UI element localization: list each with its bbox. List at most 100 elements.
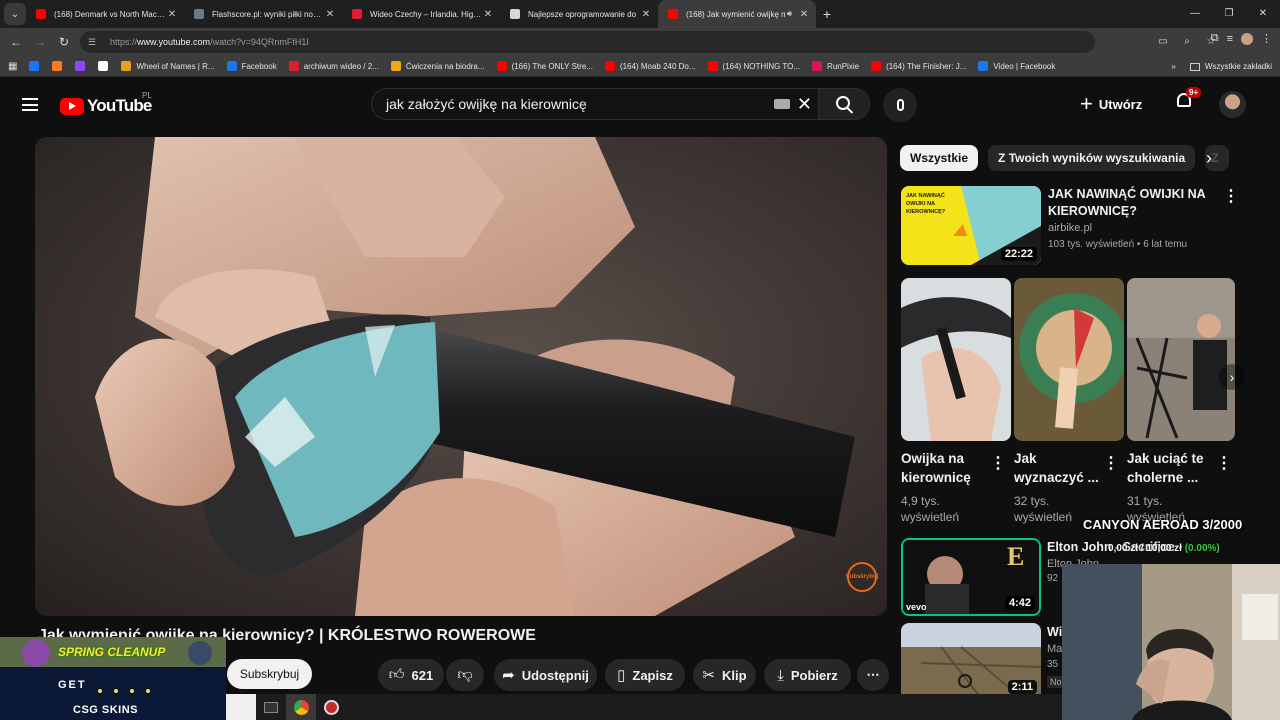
- bookmarks-overflow-icon[interactable]: »: [1171, 62, 1175, 71]
- browser-tab[interactable]: (168) Denmark vs North Macedonia✕: [26, 0, 184, 28]
- forward-icon[interactable]: →: [28, 35, 52, 49]
- video-thumbnail[interactable]: JAK NAWINĄĆ OWIJKI NA KIEROWNICĘ? 22:22: [901, 186, 1041, 265]
- chip-from-search[interactable]: Z Twoich wyników wyszukiwania: [988, 145, 1196, 171]
- terminal-icon[interactable]: [256, 694, 286, 720]
- more-actions-button[interactable]: ⋯: [857, 659, 889, 691]
- browser-menu-icon[interactable]: ⋮: [1261, 32, 1272, 45]
- search-input[interactable]: jak założyć owijkę na kierownicę ✕: [371, 88, 818, 120]
- keyboard-icon[interactable]: [774, 99, 790, 109]
- bookmark-item[interactable]: archiwum wideo / 2...: [288, 61, 379, 71]
- browser-tab[interactable]: (168) Jak wymienić owijkę n 🔊︎ ✕: [658, 0, 816, 28]
- tab-close-icon[interactable]: ✕: [640, 9, 652, 20]
- bookmark-item[interactable]: (164) NOTHING TO...: [707, 61, 800, 71]
- browser-tab[interactable]: Najlepsze oprogramowanie do ✕: [500, 0, 658, 28]
- shorts-next-chevron-icon[interactable]: ›: [1219, 364, 1245, 390]
- tab-favicon-icon: [36, 9, 46, 19]
- bookmark-item[interactable]: [75, 61, 90, 71]
- short-title[interactable]: Owijka na kierownicę: [901, 449, 986, 487]
- zoom-icon[interactable]: ⌕: [1178, 31, 1196, 53]
- download-button[interactable]: ⤓ Pobierz: [764, 659, 851, 691]
- more-vert-icon[interactable]: ⋮: [1216, 456, 1232, 472]
- promo-headline: SPRING CLEANUP: [58, 645, 166, 659]
- bookmark-item[interactable]: [52, 61, 67, 71]
- bookmark-item[interactable]: (166) The ONLY Stre...: [496, 61, 593, 71]
- short-art: [1014, 278, 1124, 441]
- tab-audio-icon[interactable]: 🔊︎: [787, 9, 792, 19]
- chip-all[interactable]: Wszystkie: [900, 145, 979, 171]
- bookmark-item[interactable]: Video | Facebook: [978, 61, 1055, 71]
- close-window-icon[interactable]: ✕: [1246, 0, 1280, 28]
- browser-tab[interactable]: Wideo Czechy – Irlandia. Highlights✕: [342, 0, 500, 28]
- tab-close-icon[interactable]: ✕: [798, 9, 810, 20]
- more-vert-icon[interactable]: ⋮: [990, 456, 1006, 472]
- more-vert-icon[interactable]: ⋮: [1103, 456, 1119, 472]
- cast-icon[interactable]: ▭: [1154, 31, 1172, 53]
- dislike-button[interactable]: 👎︎: [446, 659, 484, 691]
- search-button[interactable]: [818, 88, 870, 120]
- back-icon[interactable]: ←: [4, 35, 28, 49]
- bookmark-item[interactable]: Facebook: [226, 61, 277, 71]
- media-controls-icon[interactable]: ≡: [1227, 33, 1233, 45]
- profile-icon[interactable]: [1241, 32, 1253, 45]
- menu-icon[interactable]: [22, 98, 38, 111]
- apps-grid-icon[interactable]: ▦: [8, 61, 17, 72]
- short-item[interactable]: Owijka na kierownicę 4,9 tys. wyświetleń: [901, 278, 1011, 525]
- tab-search-chevron-icon[interactable]: ⌄: [4, 3, 26, 25]
- restore-icon[interactable]: ❐: [1212, 0, 1246, 28]
- obs-icon[interactable]: [316, 694, 346, 720]
- all-bookmarks[interactable]: Wszystkie zakładki: [1189, 62, 1272, 71]
- tab-close-icon[interactable]: ✕: [324, 9, 336, 20]
- short-item[interactable]: Jak uciąć te cholerne ... 31 tys. wyświe…: [1127, 278, 1237, 525]
- recommended-video[interactable]: E vevo 4:42 Elton John - Sacrifice Elton…: [901, 538, 1175, 616]
- bookmark-item[interactable]: Ćwiczenia na biodra...: [390, 61, 485, 71]
- bookmark-item[interactable]: (164) Moab 240 Do...: [604, 61, 696, 71]
- clip-button[interactable]: ✂ Klip: [693, 659, 756, 691]
- subscribe-button[interactable]: Subskrybuj: [227, 659, 312, 689]
- tab-close-icon[interactable]: ✕: [166, 9, 178, 20]
- bookmark-item[interactable]: (164) The Finisher: J...: [871, 61, 966, 71]
- video-thumbnail[interactable]: E vevo 4:42: [901, 538, 1041, 616]
- avatar[interactable]: [1219, 91, 1246, 118]
- taskbar-blank-app[interactable]: [226, 694, 256, 720]
- notifications-button[interactable]: 9+: [1174, 87, 1202, 113]
- short-thumbnail[interactable]: [1127, 278, 1235, 441]
- minimize-icon[interactable]: —: [1178, 0, 1212, 28]
- share-button[interactable]: ➦ Udostępnij: [494, 659, 597, 691]
- bookmark-item[interactable]: RunPixie: [812, 61, 859, 71]
- video-player[interactable]: Subskrybuj: [35, 137, 887, 616]
- chevron-right-icon[interactable]: ›: [1206, 148, 1212, 169]
- create-label: Utwórz: [1098, 96, 1143, 112]
- more-vert-icon[interactable]: ⋮: [1223, 189, 1239, 205]
- subscribe-watermark[interactable]: Subskrybuj: [846, 562, 878, 592]
- video-thumbnail[interactable]: 2:11: [901, 623, 1041, 698]
- short-thumbnail[interactable]: [901, 278, 1011, 441]
- bookmark-item[interactable]: [29, 61, 44, 71]
- like-button[interactable]: 👍︎ 621: [378, 659, 444, 691]
- create-button[interactable]: + Utwórz: [1080, 91, 1142, 117]
- bookmark-item[interactable]: Wheel of Names | R...: [121, 61, 215, 71]
- tab-close-icon[interactable]: ✕: [482, 9, 494, 20]
- video-title-link[interactable]: JAK NAWINĄĆ OWIJKI NA KIEROWNICĘ?: [1048, 186, 1213, 220]
- video-title-link[interactable]: Wi: [1047, 625, 1062, 639]
- voice-search-button[interactable]: [883, 88, 917, 122]
- short-thumbnail[interactable]: [1014, 278, 1124, 441]
- reload-icon[interactable]: ↻: [52, 35, 76, 49]
- site-info-icon[interactable]: ☰: [88, 37, 102, 48]
- short-item[interactable]: Jak wyznaczyć ... 32 tys. wyświetleń: [1014, 278, 1124, 525]
- short-title[interactable]: Jak uciąć te cholerne ...: [1127, 449, 1212, 487]
- address-bar[interactable]: ☰ https://www.youtube.com/watch?v=94QRnm…: [80, 31, 1095, 53]
- save-button[interactable]: ▯ Zapisz: [605, 659, 685, 691]
- bookmark-item[interactable]: [98, 61, 113, 71]
- youtube-logo[interactable]: YouTube PL: [60, 91, 152, 116]
- clear-search-icon[interactable]: ✕: [797, 92, 812, 116]
- recommended-video[interactable]: JAK NAWINĄĆ OWIJKI NA KIEROWNICĘ? 22:22 …: [901, 186, 1241, 266]
- browser-tab[interactable]: Flashscore.pl: wyniki piłki nożnej ✕: [184, 0, 342, 28]
- channel-name[interactable]: Ma: [1047, 643, 1062, 655]
- browser-tab-strip: ⌄ (168) Denmark vs North Macedonia✕Flash…: [0, 0, 1280, 28]
- short-title[interactable]: Jak wyznaczyć ...: [1014, 449, 1099, 487]
- extensions-icon[interactable]: ⧉: [1211, 32, 1219, 45]
- new-tab-button[interactable]: +: [816, 6, 838, 22]
- chrome-icon[interactable]: [286, 694, 316, 720]
- channel-name[interactable]: airbike.pl: [1048, 222, 1092, 234]
- recommended-video[interactable]: 2:11 Wi Ma 35 No: [901, 623, 1065, 698]
